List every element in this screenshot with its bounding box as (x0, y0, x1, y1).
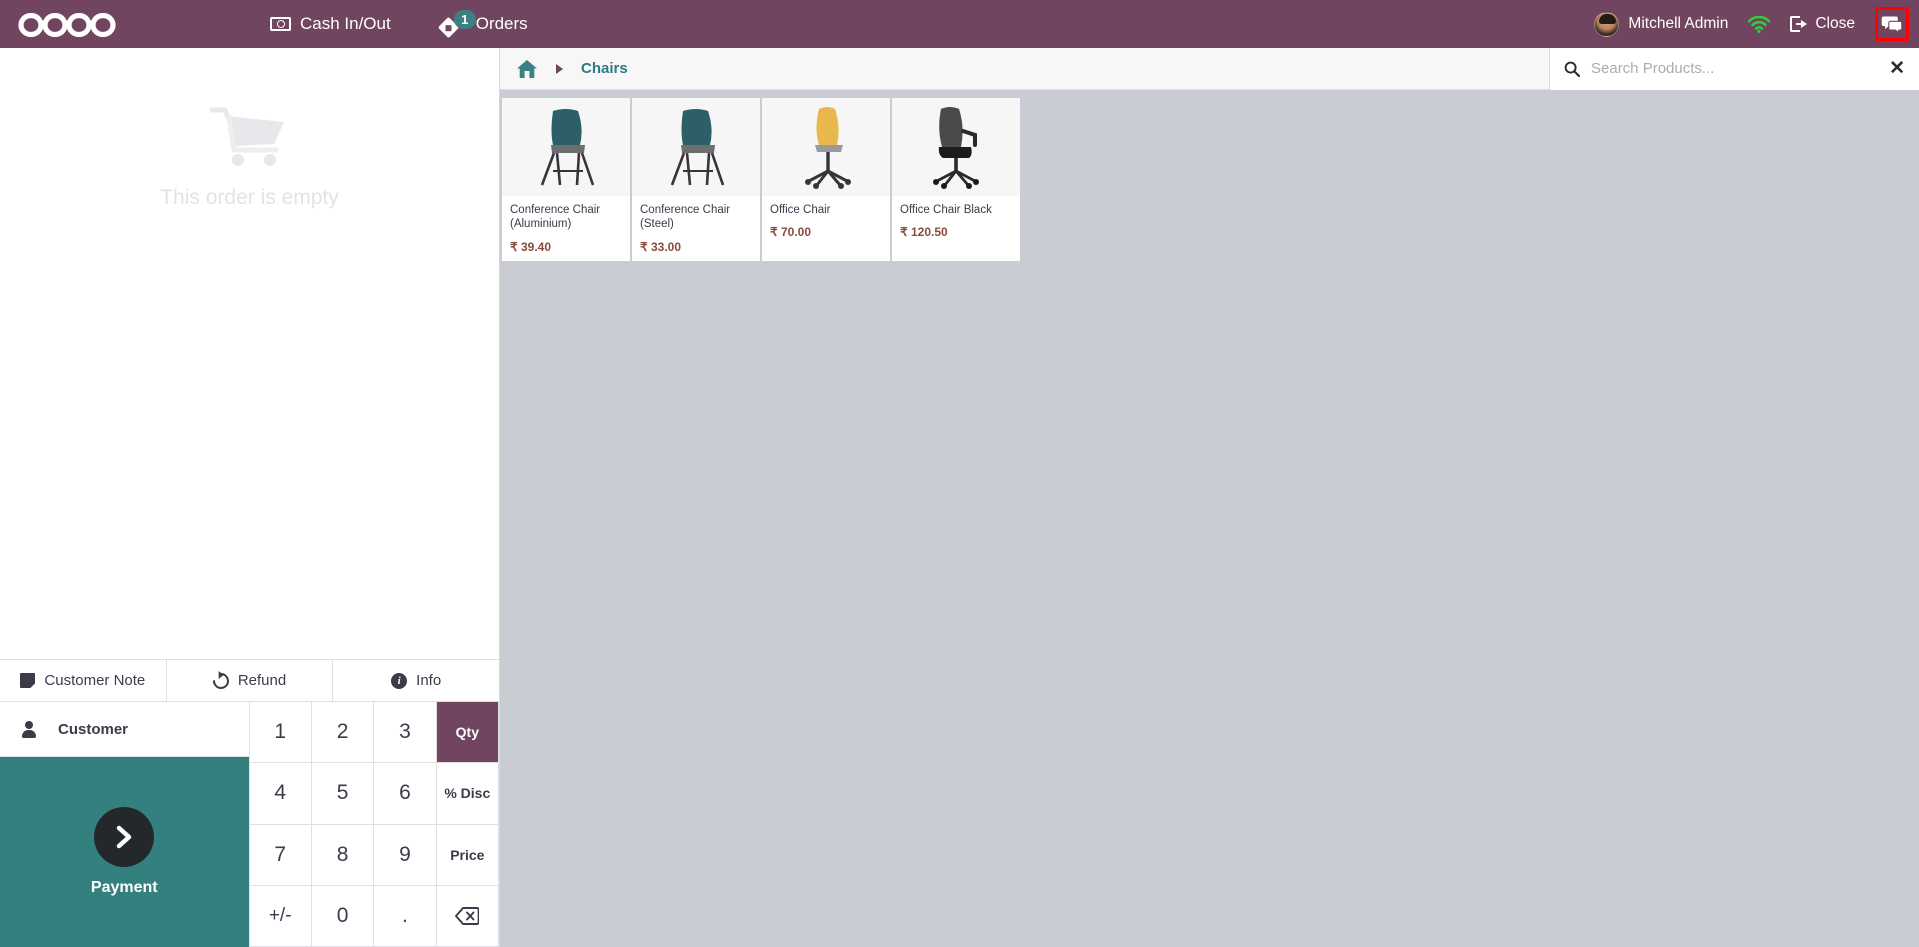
product-card[interactable]: Conference Chair (Aluminium) ₹ 39.40 (502, 98, 630, 261)
note-icon (20, 673, 36, 688)
set-customer-button[interactable]: Customer (0, 702, 250, 757)
product-search-box: ✕ (1549, 47, 1919, 90)
product-header: Chairs ✕ (500, 47, 1919, 90)
product-name: Office Chair Black (900, 204, 992, 216)
product-price: ₹ 70.00 (770, 225, 811, 240)
teal-conference-chair-image (632, 98, 760, 196)
top-navbar: Cash In/Out 1 Orders Mitchell Admin Clos… (0, 0, 1919, 48)
numpad-key-decimal[interactable]: . (374, 885, 437, 947)
refund-button[interactable]: Refund (166, 660, 334, 701)
breadcrumb-category[interactable]: Chairs (581, 60, 628, 77)
numpad-key-9[interactable]: 9 (374, 824, 437, 886)
user-menu[interactable]: Mitchell Admin (1594, 11, 1729, 37)
close-x-icon[interactable]: ✕ (1889, 59, 1905, 78)
numpad-mode-discount[interactable]: % Disc (436, 763, 499, 825)
user-name-label: Mitchell Admin (1628, 15, 1729, 32)
navbar-center-actions: Cash In/Out 1 Orders (264, 9, 534, 39)
product-info: Conference Chair (Steel) ₹ 33.00 (632, 196, 760, 261)
info-icon: i (391, 672, 408, 689)
breadcrumb: Chairs (500, 59, 628, 79)
numpad-key-plusminus[interactable]: +/- (249, 885, 312, 947)
numpad-key-6[interactable]: 6 (374, 763, 437, 825)
product-grid: Conference Chair (Aluminium) ₹ 39.40 Con… (500, 90, 1919, 265)
orders-button[interactable]: 1 Orders (435, 9, 534, 39)
order-controls: Customer Payment 1 2 3 Qty 4 5 6 % Disc … (0, 702, 499, 947)
product-info: Office Chair Black ₹ 120.50 (892, 196, 1020, 261)
empty-order-placeholder: This order is empty (0, 48, 499, 659)
exit-icon (1790, 16, 1808, 32)
product-info: Office Chair ₹ 70.00 (762, 196, 890, 261)
pos-main-content: This order is empty Customer Note Refund… (0, 47, 1919, 947)
product-area: Chairs ✕ (500, 47, 1919, 947)
product-card[interactable]: Office Chair Black ₹ 120.50 (892, 98, 1020, 261)
customer-note-label: Customer Note (44, 672, 146, 689)
ticket-icon: 1 (437, 10, 476, 39)
odoo-logo[interactable] (14, 9, 124, 39)
product-card[interactable]: Conference Chair (Steel) ₹ 33.00 (632, 98, 760, 261)
numpad-key-2[interactable]: 2 (311, 702, 375, 764)
refund-undo-icon (209, 669, 233, 692)
product-info: Conference Chair (Aluminium) ₹ 39.40 (502, 196, 630, 261)
black-office-chair-image (892, 98, 1020, 196)
shopping-cart-icon (209, 106, 290, 168)
numpad-mode-price[interactable]: Price (436, 824, 499, 886)
close-label: Close (1815, 15, 1855, 32)
numpad-key-7[interactable]: 7 (249, 824, 312, 886)
customer-note-button[interactable]: Customer Note (0, 660, 167, 701)
product-name: Conference Chair (Steel) (640, 204, 731, 231)
numpad-key-0[interactable]: 0 (311, 885, 375, 947)
navbar-right-actions: Mitchell Admin Close (1594, 7, 1909, 41)
orders-count-badge: 1 (453, 10, 476, 29)
chat-icon[interactable] (1875, 7, 1909, 41)
order-left-controls: Customer Payment (0, 702, 250, 947)
payment-label: Payment (90, 879, 158, 896)
numpad-key-4[interactable]: 4 (249, 763, 312, 825)
product-name: Conference Chair (Aluminium) (510, 204, 601, 231)
avatar (1594, 11, 1620, 37)
empty-order-text: This order is empty (160, 186, 339, 209)
product-name: Office Chair (770, 204, 831, 216)
numpad-key-8[interactable]: 8 (311, 824, 375, 886)
person-icon (22, 720, 36, 738)
product-price: ₹ 120.50 (900, 225, 948, 240)
info-label: Info (416, 672, 442, 689)
numpad-backspace-icon[interactable] (436, 885, 499, 947)
refund-label: Refund (237, 672, 287, 689)
info-button[interactable]: i Info (333, 660, 500, 701)
search-icon (1564, 61, 1581, 77)
customer-button-label: Customer (58, 720, 129, 738)
product-price: ₹ 33.00 (640, 239, 681, 254)
home-icon[interactable] (516, 59, 538, 79)
yellow-office-chair-image (762, 98, 890, 196)
numpad-key-5[interactable]: 5 (311, 763, 375, 825)
chevron-right-icon (94, 807, 155, 867)
product-price: ₹ 39.40 (510, 239, 551, 254)
order-action-bar: Customer Note Refund i Info (0, 659, 500, 702)
teal-conference-chair-image (502, 98, 630, 196)
wifi-icon[interactable] (1748, 15, 1771, 33)
numpad-key-1[interactable]: 1 (249, 702, 312, 764)
breadcrumb-separator-icon (556, 63, 563, 74)
bill-icon (270, 17, 291, 31)
close-session-button[interactable]: Close (1790, 15, 1855, 33)
search-input[interactable] (1591, 60, 1879, 77)
payment-button[interactable]: Payment (0, 757, 250, 947)
product-card[interactable]: Office Chair ₹ 70.00 (762, 98, 890, 261)
order-panel: This order is empty Customer Note Refund… (0, 48, 500, 947)
numpad-key-3[interactable]: 3 (374, 702, 437, 764)
cash-in-out-button[interactable]: Cash In/Out (264, 10, 397, 38)
numpad-mode-qty[interactable]: Qty (436, 702, 499, 764)
cash-in-out-label: Cash In/Out (300, 14, 391, 33)
numpad: 1 2 3 Qty 4 5 6 % Disc 7 8 9 Price +/- 0… (249, 702, 499, 947)
orders-label: Orders (475, 14, 528, 33)
